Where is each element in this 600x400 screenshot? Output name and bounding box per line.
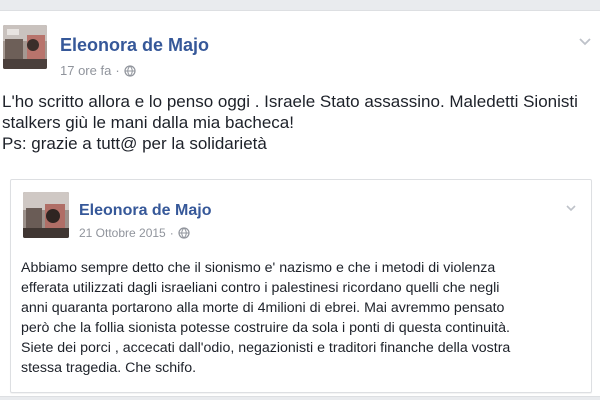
meta-separator: ·: [169, 226, 174, 240]
meta-separator: ·: [115, 63, 120, 78]
globe-icon: [124, 64, 136, 77]
shared-post[interactable]: Eleonora de Majo 21 Ottobre 2015 · Abbia…: [10, 179, 592, 393]
shared-author-name[interactable]: Eleonora de Majo: [79, 202, 211, 220]
post-text: L'ho scritto allora e lo penso oggi . Is…: [2, 91, 592, 154]
chevron-down-icon[interactable]: [565, 204, 577, 213]
post-text-line: Ps: grazie a tutt@ per la solidarietà: [2, 134, 267, 153]
shared-avatar[interactable]: [23, 192, 69, 238]
author-name[interactable]: Eleonora de Majo: [60, 35, 209, 56]
shared-text-line: Siete dei porci , accecati dall'odio, ne…: [21, 340, 511, 356]
shared-text-line: però che la follia sionista potesse cost…: [21, 320, 510, 336]
chevron-down-icon[interactable]: [578, 37, 592, 47]
shared-post-timestamp[interactable]: 21 Ottobre 2015: [79, 226, 166, 240]
shared-text-line: stessa tragedia. Che schifo.: [21, 360, 197, 376]
shared-text-line: Abbiamo sempre detto che il sionismo e' …: [21, 260, 496, 276]
avatar[interactable]: [3, 25, 47, 69]
post-timestamp[interactable]: 17 ore fa: [60, 63, 111, 78]
post-header: Eleonora de Majo 17 ore fa ·: [0, 19, 600, 79]
facebook-post-card: Eleonora de Majo 17 ore fa · L'ho scritt…: [0, 10, 600, 397]
post-text-line: stalkers giù le mani dalla mia bacheca!: [2, 113, 294, 132]
post-meta: 17 ore fa ·: [60, 63, 136, 78]
shared-post-meta: 21 Ottobre 2015 ·: [79, 226, 190, 240]
globe-icon: [178, 227, 190, 239]
shared-text-line: efferata utilizzati dagli israeliani con…: [21, 280, 500, 296]
profile-photo: [3, 25, 47, 69]
post-text-line: L'ho scritto allora e lo penso oggi . Is…: [2, 92, 578, 111]
shared-text-line: anni quaranta portarono alla morte di 4m…: [21, 300, 505, 316]
shared-profile-photo: [23, 192, 69, 238]
shared-post-text: Abbiamo sempre detto che il sionismo e' …: [21, 258, 586, 378]
